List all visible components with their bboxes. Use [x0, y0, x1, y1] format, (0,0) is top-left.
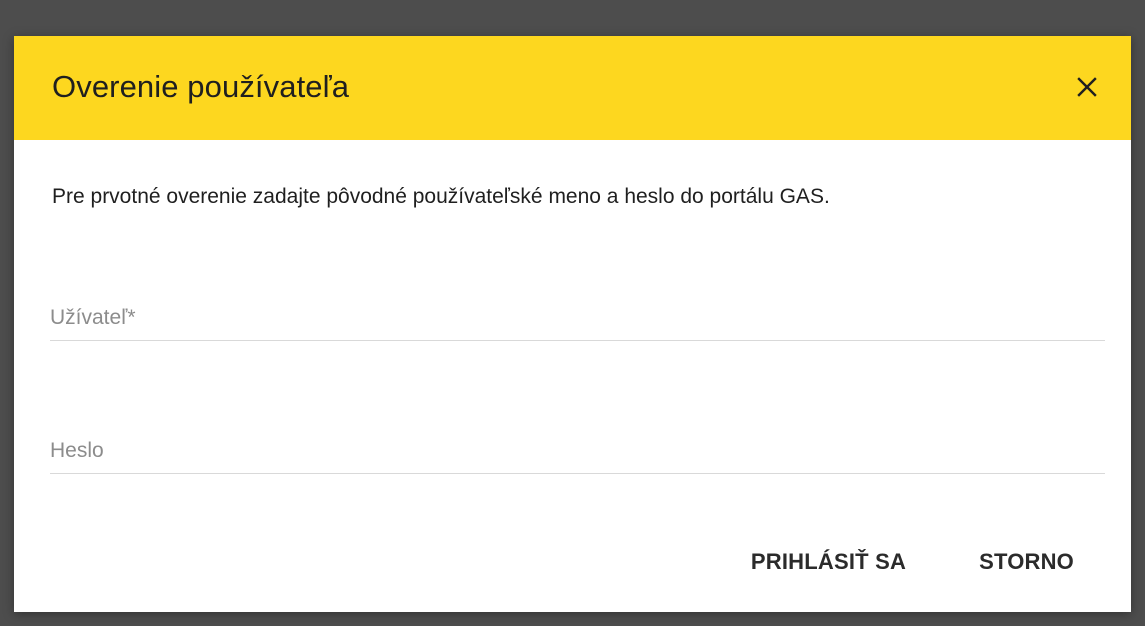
password-input[interactable] — [50, 439, 1105, 473]
username-input[interactable] — [50, 306, 1105, 340]
close-icon — [1077, 77, 1097, 97]
close-button[interactable] — [1069, 69, 1105, 105]
login-button[interactable]: PRIHLÁSIŤ SA — [741, 541, 916, 583]
cancel-button[interactable]: STORNO — [969, 541, 1084, 583]
dialog-title: Overenie používateľa — [52, 69, 350, 104]
password-field[interactable] — [50, 439, 1105, 474]
dialog-header: Overenie používateľa — [14, 36, 1131, 140]
user-verification-dialog: Overenie používateľa Pre prvotné overeni… — [14, 36, 1131, 612]
instruction-text: Pre prvotné overenie zadajte pôvodné pou… — [52, 185, 830, 208]
username-field[interactable] — [50, 306, 1105, 341]
dialog-actions: PRIHLÁSIŤ SA STORNO — [741, 540, 1131, 584]
